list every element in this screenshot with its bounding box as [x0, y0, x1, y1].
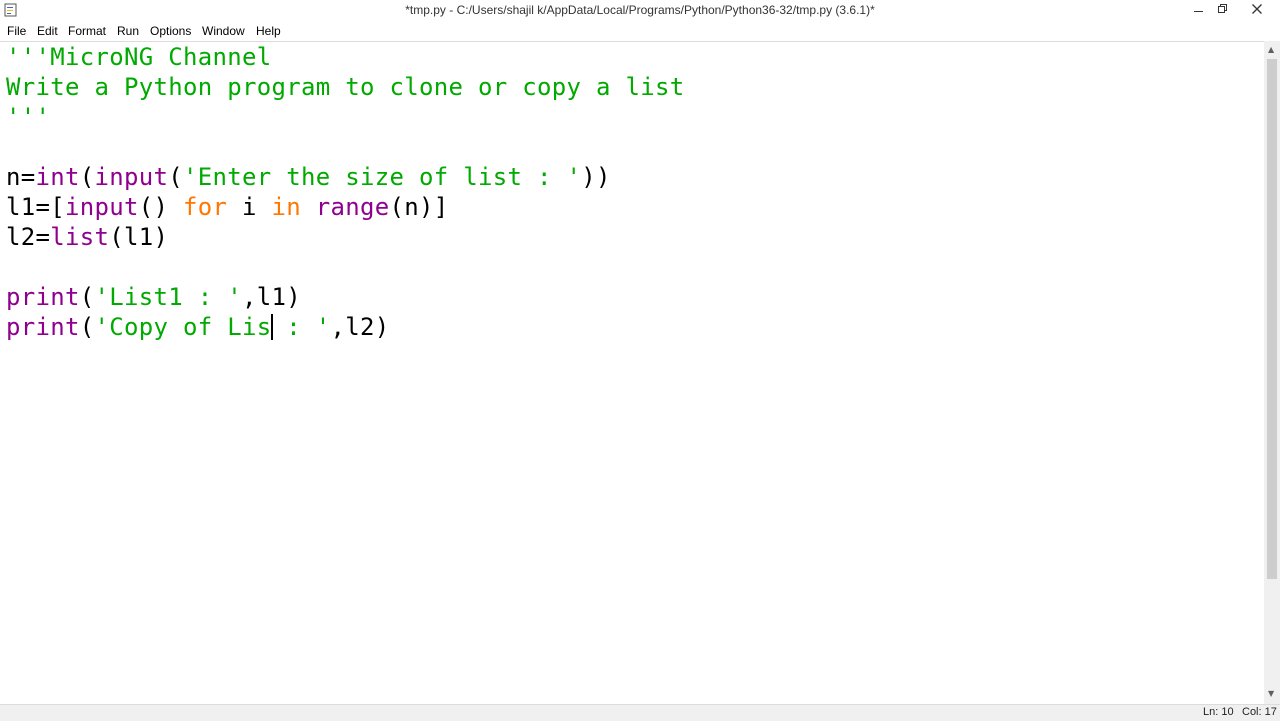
code-token: 'List1 : '	[94, 283, 242, 311]
code-token: i	[227, 193, 272, 221]
code-line[interactable]: '''MicroNG Channel	[6, 42, 684, 72]
restore-button[interactable]	[1208, 0, 1238, 20]
code-token: (	[79, 313, 95, 341]
code-token: ))	[581, 163, 611, 191]
code-token: l2=	[6, 223, 51, 251]
code-token: l1=[	[6, 193, 65, 221]
status-line-number: Ln: 10	[1203, 706, 1234, 718]
code-token: : '	[271, 313, 331, 341]
menu-bar: File Edit Format Run Options Window Help	[0, 21, 1280, 41]
code-token: (	[79, 283, 95, 311]
code-token: 'Copy of Lis	[94, 313, 272, 341]
code-token: ()	[138, 193, 183, 221]
code-token: print	[6, 283, 80, 311]
code-text[interactable]: '''MicroNG Channel Write a Python program…	[6, 42, 684, 342]
code-token: input	[65, 193, 139, 221]
restore-icon	[1218, 4, 1227, 13]
code-token: in	[271, 193, 301, 221]
window-title: *tmp.py - C:/Users/shajil k/AppData/Loca…	[405, 3, 875, 17]
code-token: Write a Python program to clone or copy …	[6, 73, 685, 101]
code-token: 'Enter the size of list : '	[183, 163, 582, 191]
code-token: ,l2)	[330, 313, 390, 341]
code-line[interactable]: l2=list(l1)	[6, 222, 684, 252]
code-token: (n)]	[389, 193, 449, 221]
code-token: (l1)	[109, 223, 169, 251]
menu-options[interactable]: Options	[150, 24, 191, 38]
menu-help[interactable]: Help	[256, 24, 281, 38]
minimize-icon	[1194, 11, 1203, 12]
code-line[interactable]	[6, 132, 684, 162]
vertical-scrollbar[interactable]: ▲ ▼	[1264, 41, 1280, 704]
close-icon	[1252, 4, 1262, 14]
code-line[interactable]: print('List1 : ',l1)	[6, 282, 684, 312]
scrollbar-thumb[interactable]	[1267, 59, 1277, 579]
code-token: (	[168, 163, 183, 191]
code-line[interactable]: l1=[input() for i in range(n)]	[6, 192, 684, 222]
code-token: input	[94, 163, 169, 191]
status-bar: Ln: 10 Col: 17	[0, 704, 1280, 721]
code-token: print	[6, 313, 80, 341]
code-token: range	[315, 193, 390, 221]
code-token: '''MicroNG Channel	[6, 43, 272, 71]
close-button[interactable]	[1242, 0, 1272, 20]
code-token: (	[79, 163, 95, 191]
code-token: list	[50, 223, 110, 251]
status-column-number: Col: 17	[1242, 706, 1277, 718]
code-line[interactable]: '''	[6, 102, 684, 132]
code-editor[interactable]: '''MicroNG Channel Write a Python program…	[0, 41, 1264, 705]
code-line[interactable]: n=int(input('Enter the size of list : ')…	[6, 162, 684, 192]
menu-file[interactable]: File	[7, 24, 26, 38]
title-bar: *tmp.py - C:/Users/shajil k/AppData/Loca…	[0, 0, 1280, 22]
menu-edit[interactable]: Edit	[37, 24, 58, 38]
scroll-up-icon[interactable]: ▲	[1268, 45, 1274, 54]
code-line[interactable]: print('Copy of Lis : ',l2)	[6, 312, 684, 342]
menu-run[interactable]: Run	[117, 24, 139, 38]
code-token: int	[35, 163, 80, 191]
code-token: '''	[6, 103, 51, 131]
code-token: n=	[6, 163, 36, 191]
code-line[interactable]	[6, 252, 684, 282]
code-token: ,l1)	[242, 283, 301, 311]
code-line[interactable]: Write a Python program to clone or copy …	[6, 72, 684, 102]
menu-window[interactable]: Window	[202, 24, 245, 38]
scroll-down-icon[interactable]: ▼	[1268, 689, 1274, 698]
code-token: for	[183, 193, 228, 221]
menu-format[interactable]: Format	[68, 24, 106, 38]
